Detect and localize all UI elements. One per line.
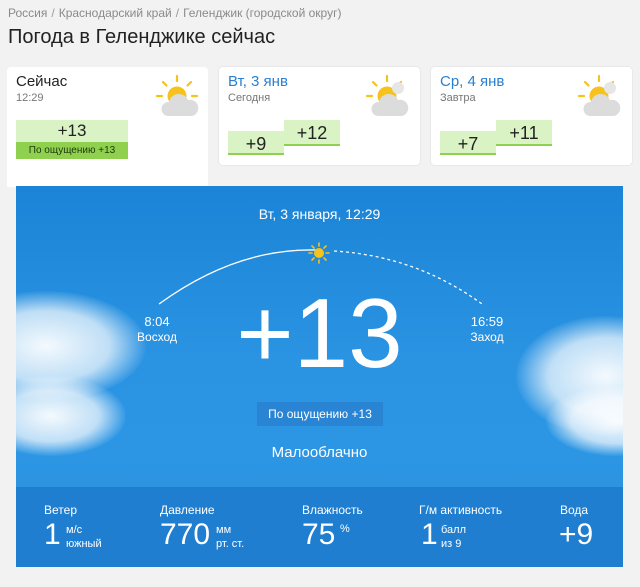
- day-temp-low: +7: [440, 131, 496, 155]
- sun-behind-cloud-icon: [577, 74, 621, 116]
- stat-pressure[interactable]: Давление 770 мм рт. ст.: [160, 487, 280, 567]
- day-temp-high: +11: [496, 120, 552, 146]
- day-card-tomorrow[interactable]: Ср, 4 янв Завтра +7 +11: [431, 67, 632, 165]
- current-temperature: +13: [236, 278, 403, 388]
- stat-wind-unit: м/с: [66, 524, 83, 536]
- stat-pressure-label: Давление: [160, 503, 215, 517]
- stat-geomagnetic-scale: из 9: [441, 538, 462, 550]
- stat-humidity-label: Влажность: [302, 503, 363, 517]
- stat-water-label: Вода: [560, 503, 589, 517]
- stat-wind-value: 1: [44, 518, 61, 551]
- stat-water-value: +9: [559, 518, 594, 551]
- day-temp-low: +9: [228, 131, 284, 155]
- stat-geomagnetic-value: 1: [421, 518, 438, 551]
- stat-humidity-unit: %: [340, 523, 350, 535]
- sun-behind-cloud-icon: [365, 74, 409, 116]
- stat-geomagnetic-unit: балл: [441, 524, 467, 536]
- feels-like-chip: По ощущению +13: [257, 402, 383, 426]
- day-card-today[interactable]: Вт, 3 янв Сегодня +9 +12: [219, 67, 420, 165]
- stat-water[interactable]: Вода +9: [559, 487, 619, 567]
- stat-pressure-value: 770: [160, 518, 211, 551]
- day-card-subtitle: Сегодня: [228, 92, 271, 104]
- now-temp: +13: [16, 120, 128, 142]
- stat-geomagnetic-label: Г/м активность: [419, 503, 503, 517]
- breadcrumb-separator: /: [51, 6, 55, 20]
- stat-wind-direction: южный: [66, 538, 102, 550]
- weather-stats-bar: Ветер 1 м/с южный Давление 770 мм рт. ст…: [16, 487, 623, 567]
- breadcrumb-item-russia[interactable]: Россия: [8, 6, 47, 20]
- stat-pressure-unit: мм: [216, 524, 232, 536]
- now-card-time: 12:29: [16, 92, 44, 104]
- now-card-title: Сейчас: [16, 73, 68, 90]
- day-card-title[interactable]: Вт, 3 янв: [228, 73, 288, 90]
- stat-geomagnetic[interactable]: Г/м активность 1 балл из 9: [419, 487, 529, 567]
- stat-wind-label: Ветер: [44, 503, 77, 517]
- day-card-subtitle: Завтра: [440, 92, 476, 104]
- day-temp-high: +12: [284, 120, 340, 146]
- stat-pressure-unit-sub: рт. ст.: [216, 538, 245, 550]
- sun-position-icon: [308, 242, 330, 264]
- now-feels-like: По ощущению +13: [16, 142, 128, 159]
- day-card-title[interactable]: Ср, 4 янв: [440, 73, 504, 90]
- stat-wind[interactable]: Ветер 1 м/с южный: [44, 487, 144, 567]
- breadcrumb: Россия / Краснодарский край / Геленджик (гор…: [8, 6, 341, 20]
- stat-humidity-value: 75: [302, 518, 336, 551]
- page-title: Погода в Геленджике сейчас: [8, 26, 276, 48]
- current-weather-panel: Вт, 3 января, 12:29 8:04 Восход 16:59 За…: [16, 186, 623, 567]
- now-card[interactable]: Сейчас 12:29 +13 По ощущению +13: [7, 67, 208, 187]
- stat-humidity[interactable]: Влажность 75 %: [302, 487, 402, 567]
- breadcrumb-separator: /: [175, 6, 180, 20]
- breadcrumb-item-district[interactable]: Геленджик (городской округ): [183, 6, 341, 20]
- weather-condition: Малооблачно: [271, 444, 368, 461]
- breadcrumb-item-region[interactable]: Краснодарский край: [59, 6, 172, 20]
- sun-behind-cloud-icon: [155, 74, 199, 116]
